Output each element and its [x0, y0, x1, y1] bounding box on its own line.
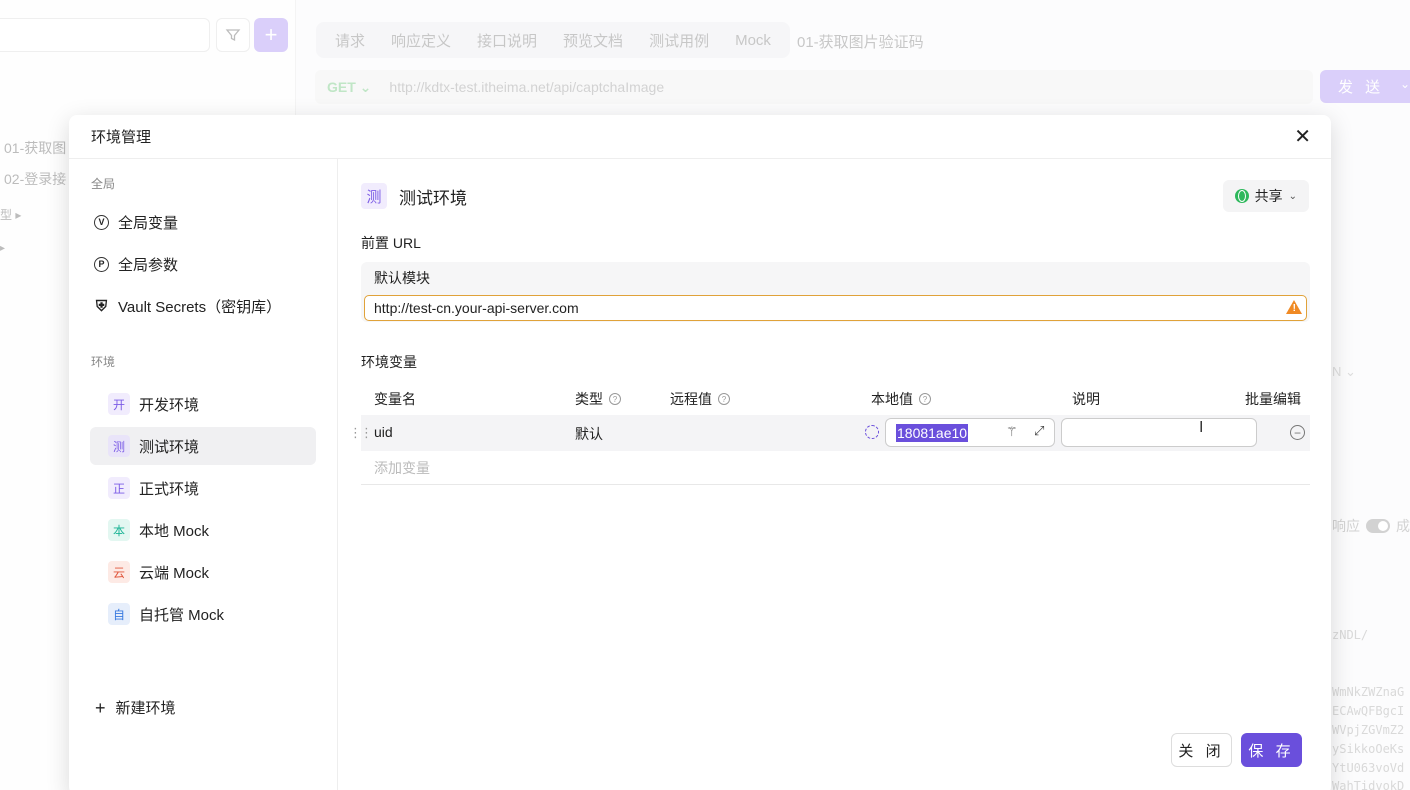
share-label: 共享	[1254, 188, 1283, 204]
env-vars-label: 环境变量	[361, 354, 417, 370]
prefix-url-input[interactable]	[364, 295, 1307, 321]
help-icon[interactable]: ?	[718, 393, 730, 405]
sidebar-item-local-mock[interactable]: 本 本地 Mock	[90, 511, 316, 549]
env-badge: 云	[108, 561, 130, 583]
sidebar-item-label: 云端 Mock	[139, 564, 210, 582]
dialog-header: 环境管理 ✕	[69, 115, 1331, 159]
sidebar-item-vault-secrets[interactable]: ⛨ Vault Secrets（密钥库）	[90, 287, 316, 325]
remove-row-icon[interactable]: −	[1290, 425, 1305, 440]
sidebar-item-label: 自托管 Mock	[139, 606, 225, 624]
dialog-title: 环境管理	[91, 129, 152, 146]
env-badge: 正	[108, 477, 130, 499]
sidebar-item-prod-env[interactable]: 正 正式环境	[90, 469, 316, 507]
sidebar-item-label: 全局参数	[118, 256, 179, 274]
var-type-cell[interactable]: 默认	[575, 424, 603, 444]
plus-icon: +	[95, 697, 106, 718]
environment-manager-dialog: 环境管理 ✕ 全局 V 全局变量 P 全局参数 ⛨ Vault Secrets（…	[69, 115, 1331, 790]
env-sidebar: 全局 V 全局变量 P 全局参数 ⛨ Vault Secrets（密钥库） 环境…	[69, 159, 338, 790]
chevron-down-icon: ⌄	[1288, 190, 1297, 202]
sidebar-item-label: 正式环境	[139, 480, 200, 498]
warning-mark: !	[1292, 303, 1296, 314]
sidebar-item-dev-env[interactable]: 开 开发环境	[90, 385, 316, 423]
text-cursor-icon: I	[1199, 419, 1204, 436]
env-badge: 开	[108, 393, 130, 415]
sync-icon[interactable]	[865, 425, 879, 439]
shield-icon: ⛨	[95, 297, 108, 315]
env-header: 测 测试环境	[361, 183, 467, 209]
sidebar-item-selfhosted-mock[interactable]: 自 自托管 Mock	[90, 595, 316, 633]
env-section-label: 环境	[91, 355, 116, 369]
sidebar-item-label: 全局变量	[118, 214, 179, 232]
sidebar-item-label: 测试环境	[139, 438, 200, 456]
env-badge: 本	[108, 519, 130, 541]
table-row: ⋮⋮ uid 默认 18081ae10 ⚚ ⤢ I −	[349, 415, 1310, 451]
add-variable-input[interactable]: 添加变量	[361, 451, 1310, 485]
col-header-local: 本地值 ?	[871, 389, 931, 409]
col-header-type: 类型 ?	[575, 389, 621, 409]
col-local-label: 本地值	[871, 391, 913, 407]
env-badge: 自	[108, 603, 130, 625]
sidebar-item-test-env[interactable]: 测 测试环境	[90, 427, 316, 465]
close-icon[interactable]: ✕	[1294, 125, 1311, 149]
sidebar-item-label: 本地 Mock	[139, 522, 210, 540]
col-desc-label: 说明	[1072, 391, 1100, 407]
drag-handle-icon[interactable]: ⋮⋮	[349, 425, 373, 441]
prefix-url-label: 前置 URL	[361, 235, 421, 251]
col-header-desc: 说明	[1072, 389, 1100, 409]
help-icon[interactable]: ?	[609, 393, 621, 405]
new-env-button[interactable]: + 新建环境	[95, 697, 176, 718]
sidebar-item-label: Vault Secrets（密钥库）	[118, 298, 282, 316]
expand-icon[interactable]: ⤢	[1034, 423, 1044, 439]
description-input[interactable]	[1061, 418, 1257, 447]
variable-icon: V	[94, 214, 109, 230]
local-value-text: 18081ae10	[896, 424, 969, 442]
col-type-label: 类型	[575, 391, 603, 407]
env-name[interactable]: 测试环境	[399, 184, 467, 209]
bulk-edit-link[interactable]: 批量编辑	[1245, 389, 1301, 409]
prefix-url-card: 默认模块 !	[361, 262, 1310, 322]
module-label: 默认模块	[374, 270, 430, 286]
sidebar-item-cloud-mock[interactable]: 云 云端 Mock	[90, 553, 316, 591]
sidebar-item-global-params[interactable]: P 全局参数	[90, 245, 316, 283]
var-name-cell[interactable]: uid	[374, 424, 393, 440]
env-badge: 测	[108, 435, 130, 457]
local-value-input[interactable]: 18081ae10 ⚚ ⤢	[885, 418, 1055, 447]
share-button[interactable]: 共享 ⌄	[1222, 180, 1309, 212]
bulk-edit-label: 批量编辑	[1245, 391, 1301, 407]
sidebar-item-label: 开发环境	[139, 396, 200, 414]
env-detail-panel: 测 测试环境 共享 ⌄ 前置 URL 默认模块 ! 环境变量 变量名 类型 ? …	[339, 159, 1331, 790]
new-env-label: 新建环境	[115, 700, 176, 717]
col-name-label: 变量名	[374, 391, 416, 407]
save-button[interactable]: 保 存	[1241, 733, 1302, 767]
global-section-label: 全局	[91, 177, 116, 191]
globe-icon	[1234, 189, 1249, 203]
sidebar-item-global-vars[interactable]: V 全局变量	[90, 203, 316, 241]
col-remote-label: 远程值	[670, 391, 712, 407]
env-badge: 测	[361, 183, 387, 209]
col-header-name: 变量名	[374, 389, 416, 409]
close-button[interactable]: 关 闭	[1171, 733, 1232, 767]
col-header-remote: 远程值 ?	[670, 389, 730, 409]
param-icon: P	[94, 256, 109, 272]
magic-wand-icon[interactable]: ⚚	[1006, 424, 1018, 440]
help-icon[interactable]: ?	[919, 393, 931, 405]
